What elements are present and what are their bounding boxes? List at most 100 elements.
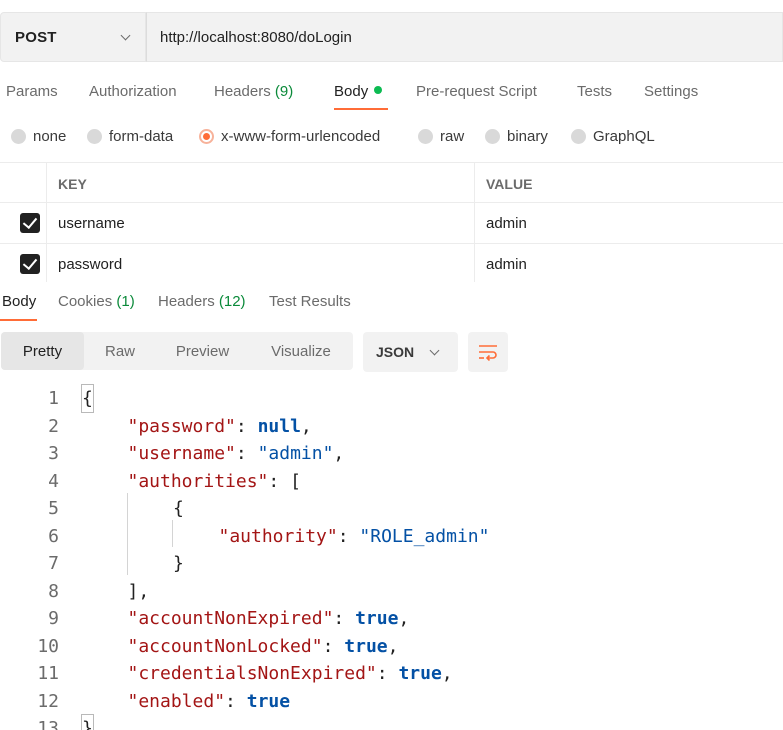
code-text: { bbox=[81, 384, 94, 413]
view-mode-visualize[interactable]: Visualize bbox=[249, 332, 353, 370]
tab-tests[interactable]: Tests bbox=[577, 83, 612, 100]
column-divider bbox=[46, 244, 47, 282]
code-token: : bbox=[235, 443, 258, 464]
radio-icon bbox=[418, 129, 433, 144]
line-number: 11 bbox=[37, 663, 59, 684]
code-line: 6 "authority": "ROLE_admin" bbox=[0, 523, 783, 550]
radio-form-data[interactable]: form-data bbox=[87, 128, 173, 145]
code-token: , bbox=[300, 415, 312, 437]
code-token: true bbox=[246, 690, 291, 712]
code-line: 4 "authorities": [ bbox=[0, 468, 783, 495]
code-token: } bbox=[81, 714, 94, 730]
key-cell[interactable]: password bbox=[58, 256, 122, 273]
radio-binary[interactable]: binary bbox=[485, 128, 548, 145]
code-line: 1{ bbox=[0, 384, 783, 413]
response-tab-body[interactable]: Body bbox=[2, 293, 36, 310]
code-token: : bbox=[333, 608, 356, 629]
format-label: JSON bbox=[376, 344, 415, 360]
code-token: , bbox=[441, 663, 453, 684]
code-token: { bbox=[81, 384, 94, 413]
column-divider bbox=[474, 244, 475, 282]
radio-label: binary bbox=[507, 128, 548, 145]
code-token: : bbox=[225, 690, 247, 712]
column-header-key: KEY bbox=[58, 176, 87, 192]
line-number: 2 bbox=[48, 415, 59, 437]
code-text: "username": "admin", bbox=[128, 440, 345, 467]
response-tab-test-results[interactable]: Test Results bbox=[269, 293, 351, 310]
active-tab-underline bbox=[0, 319, 37, 321]
line-number: 13 bbox=[37, 718, 59, 730]
line-number: 12 bbox=[37, 690, 59, 712]
code-text: "enabled": true bbox=[128, 688, 291, 715]
tab-label: Params bbox=[6, 83, 58, 100]
code-text: } bbox=[173, 550, 184, 577]
checkbox-checked-icon[interactable] bbox=[20, 254, 40, 274]
code-line: 5{ bbox=[0, 495, 783, 522]
code-token: null bbox=[257, 415, 301, 437]
code-token: "enabled" bbox=[127, 690, 226, 712]
code-token: : [ bbox=[268, 470, 301, 492]
code-token: "authority" bbox=[218, 525, 338, 547]
code-line: 9 "accountNonExpired": true, bbox=[0, 605, 783, 632]
line-number: 4 bbox=[48, 470, 59, 492]
radio-icon bbox=[11, 129, 26, 144]
method-select[interactable]: POST bbox=[0, 12, 146, 62]
view-mode-raw[interactable]: Raw bbox=[84, 332, 156, 370]
line-number: 5 bbox=[48, 498, 59, 519]
code-line: 3 "username": "admin", bbox=[0, 440, 783, 467]
line-number: 1 bbox=[48, 388, 59, 409]
wrap-lines-button[interactable] bbox=[468, 332, 508, 372]
value-cell[interactable]: admin bbox=[486, 256, 527, 273]
request-tabs: Params Authorization Headers (9) Body Pr… bbox=[0, 78, 783, 110]
chevron-down-icon bbox=[429, 345, 440, 356]
tab-label: Authorization bbox=[89, 83, 177, 100]
tab-settings[interactable]: Settings bbox=[644, 83, 698, 100]
line-number: 10 bbox=[37, 635, 59, 657]
format-select[interactable]: JSON bbox=[363, 332, 458, 372]
checkbox-checked-icon[interactable] bbox=[20, 213, 40, 233]
tab-body[interactable]: Body bbox=[334, 83, 383, 100]
value-cell[interactable]: admin bbox=[486, 215, 527, 232]
radio-graphql[interactable]: GraphQL bbox=[571, 128, 655, 145]
response-tab-cookies[interactable]: Cookies (1) bbox=[58, 293, 135, 310]
code-text: { bbox=[173, 495, 184, 522]
code-token: ], bbox=[127, 580, 150, 602]
chevron-down-icon bbox=[120, 30, 131, 41]
tab-count: (12) bbox=[218, 293, 246, 310]
code-token: "admin" bbox=[257, 443, 334, 464]
radio-x-www-form-urlencoded[interactable]: x-www-form-urlencoded bbox=[199, 128, 380, 145]
radio-icon bbox=[485, 129, 500, 144]
code-token: "authorities" bbox=[127, 470, 269, 492]
line-number: 9 bbox=[48, 608, 59, 629]
view-mode-preview[interactable]: Preview bbox=[156, 332, 249, 370]
tab-headers[interactable]: Headers (9) bbox=[214, 83, 293, 100]
code-token: , bbox=[398, 608, 410, 629]
view-mode-pretty[interactable]: Pretty bbox=[1, 332, 84, 370]
key-cell[interactable]: username bbox=[58, 215, 125, 232]
tab-count: (1) bbox=[116, 293, 135, 310]
url-input[interactable]: http://localhost:8080/doLogin bbox=[146, 12, 783, 62]
tab-authorization[interactable]: Authorization bbox=[89, 83, 177, 100]
code-token: "credentialsNonExpired" bbox=[127, 663, 377, 684]
radio-selected-icon bbox=[199, 129, 214, 144]
tab-label: Cookies bbox=[58, 293, 113, 310]
code-line: 11 "credentialsNonExpired": true, bbox=[0, 660, 783, 687]
view-mode-switch: Pretty Raw Preview Visualize bbox=[1, 332, 353, 370]
active-tab-underline bbox=[334, 108, 388, 110]
response-tab-headers[interactable]: Headers (12) bbox=[158, 293, 246, 310]
tab-count: (9) bbox=[274, 83, 294, 100]
code-token: "ROLE_admin" bbox=[359, 525, 490, 547]
code-text: "password": null, bbox=[128, 413, 312, 440]
code-line: 13} bbox=[0, 714, 783, 730]
radio-raw[interactable]: raw bbox=[418, 128, 464, 145]
code-text: } bbox=[81, 714, 94, 730]
request-url-bar: POST http://localhost:8080/doLogin bbox=[0, 12, 783, 62]
column-divider bbox=[46, 163, 47, 202]
code-line: 12 "enabled": true bbox=[0, 688, 783, 715]
response-body-editor[interactable]: 1{2 "password": null, 3 "username": "admin"… bbox=[0, 384, 783, 730]
tab-params[interactable]: Params bbox=[6, 83, 58, 100]
tab-pre-request-script[interactable]: Pre-request Script bbox=[416, 83, 537, 100]
column-header-value: VALUE bbox=[486, 176, 533, 192]
radio-none[interactable]: none bbox=[11, 128, 66, 145]
code-token: , bbox=[333, 443, 345, 464]
